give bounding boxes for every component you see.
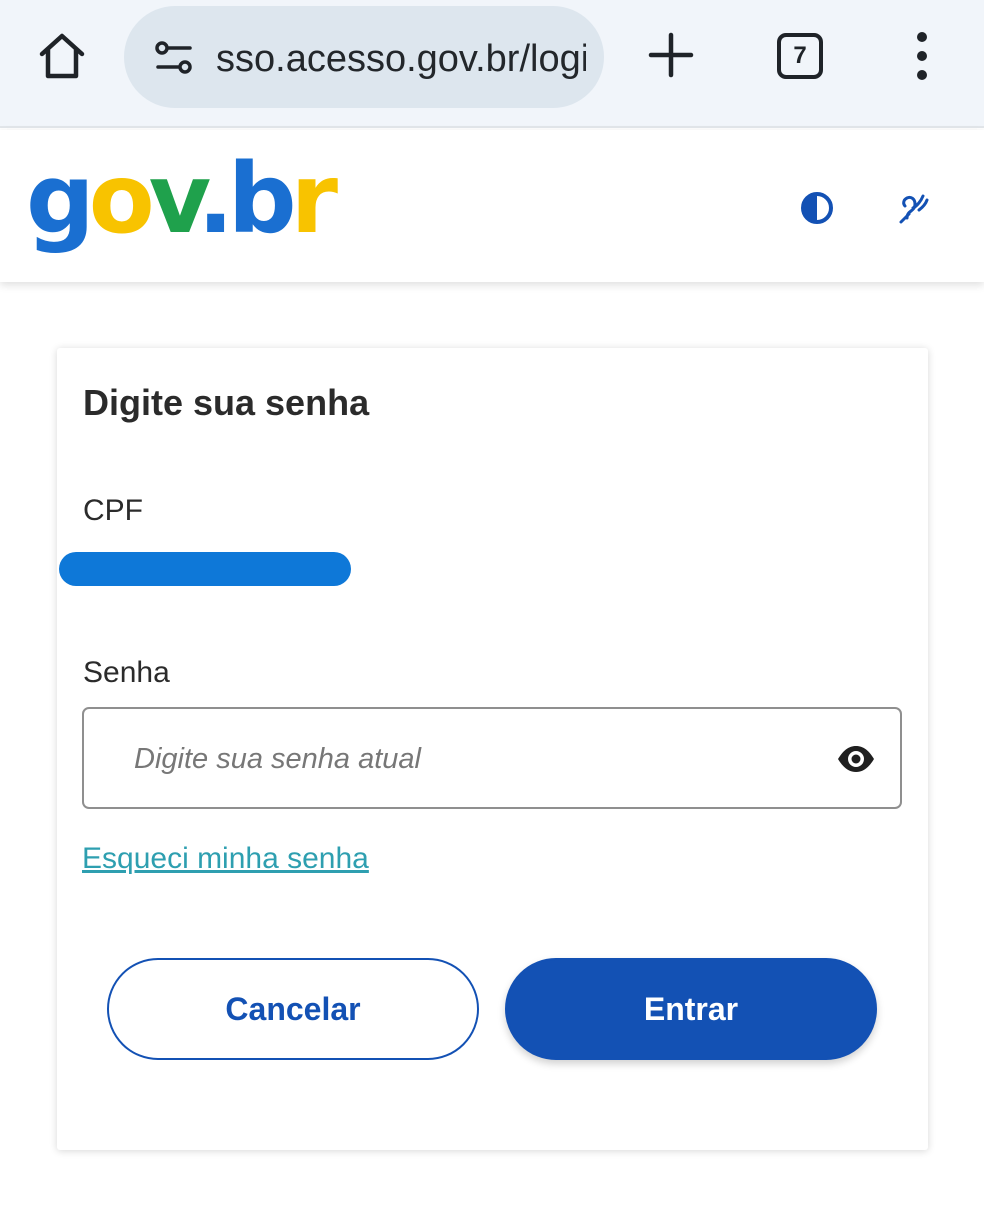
sign-language-icon[interactable] bbox=[893, 188, 933, 228]
enter-button[interactable]: Entrar bbox=[505, 958, 877, 1060]
cpf-value-redacted bbox=[59, 552, 351, 586]
password-input[interactable] bbox=[134, 733, 794, 785]
password-field[interactable] bbox=[82, 707, 902, 809]
login-card: Digite sua senha CPF Senha Esqueci minha… bbox=[57, 348, 928, 1150]
browser-toolbar: sso.acesso.gov.br/login 7 bbox=[0, 0, 984, 128]
address-bar[interactable]: sso.acesso.gov.br/login bbox=[124, 6, 604, 108]
site-header: gov.br bbox=[0, 130, 984, 282]
contrast-icon[interactable] bbox=[799, 190, 835, 226]
more-vert-icon[interactable] bbox=[905, 30, 939, 82]
tune-icon[interactable] bbox=[154, 40, 194, 76]
forgot-password-link[interactable]: Esqueci minha senha bbox=[82, 842, 369, 876]
cancel-button[interactable]: Cancelar bbox=[107, 958, 479, 1060]
tabs-icon[interactable]: 7 bbox=[777, 33, 823, 79]
eye-icon[interactable] bbox=[836, 739, 876, 779]
home-icon[interactable] bbox=[36, 30, 88, 82]
page-title: Digite sua senha bbox=[83, 382, 370, 423]
password-label: Senha bbox=[83, 656, 170, 689]
plus-icon[interactable] bbox=[646, 30, 696, 80]
cpf-label: CPF bbox=[83, 494, 143, 527]
govbr-logo[interactable]: gov.br bbox=[26, 144, 338, 254]
url-text[interactable]: sso.acesso.gov.br/login bbox=[216, 34, 586, 84]
